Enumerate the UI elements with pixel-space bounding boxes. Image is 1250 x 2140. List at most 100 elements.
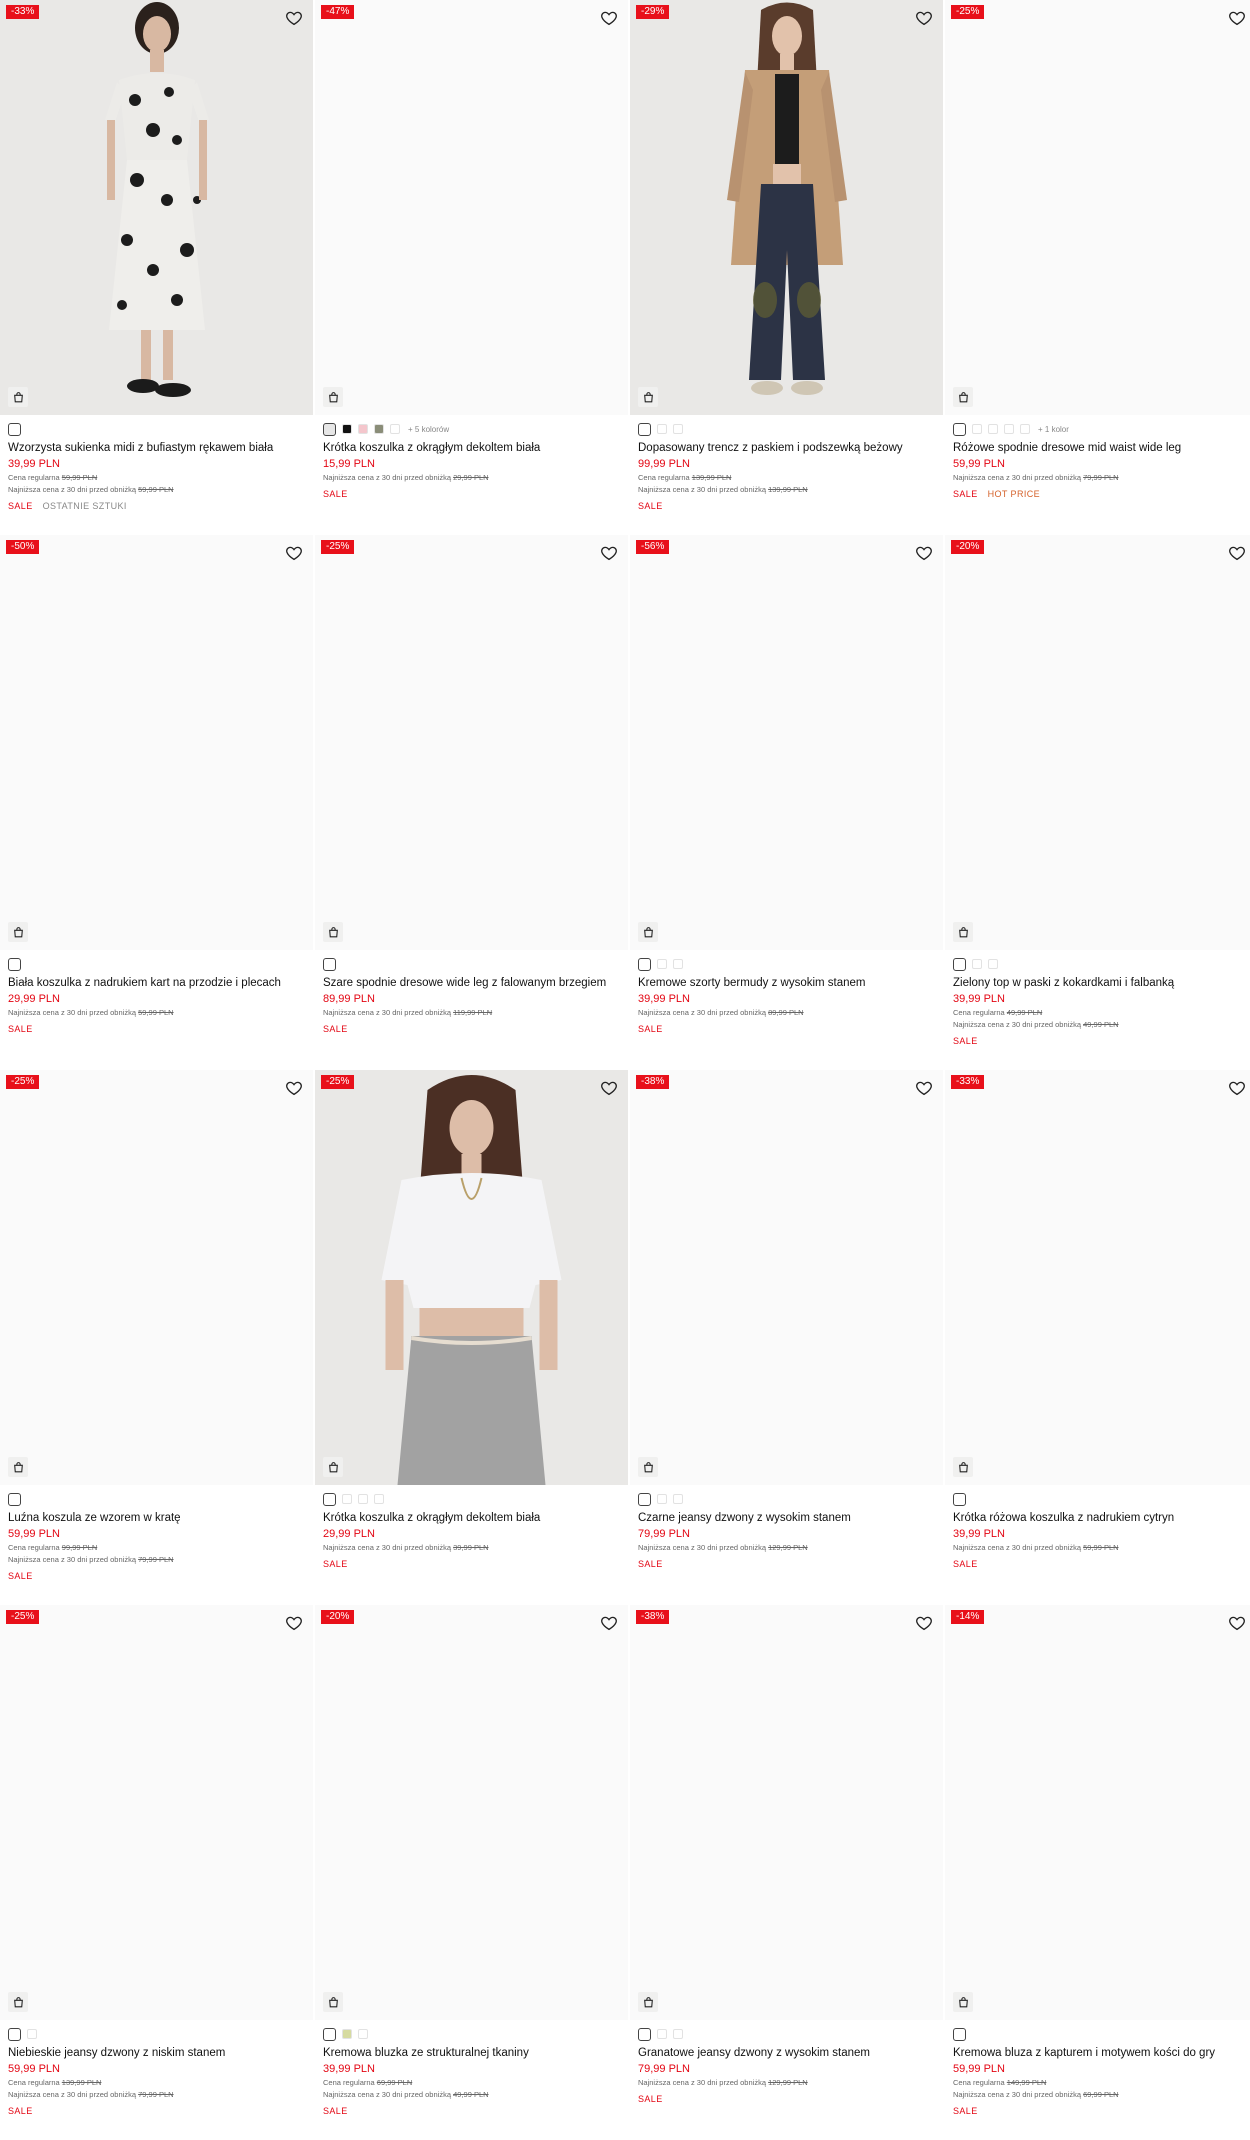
- shopping-bag-icon[interactable]: [953, 922, 973, 942]
- product-image[interactable]: -25%: [0, 1605, 313, 2020]
- product-name[interactable]: Wzorzysta sukienka midi z bufiastym ręka…: [8, 442, 305, 454]
- color-swatch[interactable]: [673, 959, 683, 969]
- color-swatch[interactable]: [8, 957, 21, 971]
- product-name[interactable]: Krótka koszulka z okrągłym dekoltem biał…: [323, 1512, 620, 1524]
- shopping-bag-icon[interactable]: [638, 1992, 658, 2012]
- heart-icon[interactable]: [915, 544, 933, 562]
- shopping-bag-icon[interactable]: [323, 1457, 343, 1477]
- color-swatch[interactable]: [673, 424, 683, 434]
- color-swatch[interactable]: [27, 2029, 37, 2039]
- heart-icon[interactable]: [600, 1614, 618, 1632]
- product-card[interactable]: -25% Krótka koszulka z okrągłym dekoltem …: [315, 1070, 628, 1605]
- product-card[interactable]: -14% Kremowa bluza z kapturem i motywem k…: [945, 1605, 1250, 2140]
- product-name[interactable]: Dopasowany trencz z paskiem i podszewką …: [638, 442, 935, 454]
- heart-icon[interactable]: [1228, 544, 1246, 562]
- product-name[interactable]: Kremowa bluza z kapturem i motywem kości…: [953, 2047, 1248, 2059]
- product-name[interactable]: Kremowa bluzka ze strukturalnej tkaniny: [323, 2047, 620, 2059]
- product-image[interactable]: -33%: [0, 0, 313, 415]
- product-card[interactable]: -29% Dopasowany trencz z paskiem i podsze…: [630, 0, 943, 535]
- color-swatch[interactable]: [374, 424, 384, 434]
- product-image[interactable]: -50%: [0, 535, 313, 950]
- product-card[interactable]: -47% + 5 kolorów Krótka koszulka z okrągły…: [315, 0, 628, 535]
- product-name[interactable]: Zielony top w paski z kokardkami i falba…: [953, 977, 1248, 989]
- product-card[interactable]: -25% Niebieskie jeansy dzwony z niskim st…: [0, 1605, 313, 2140]
- product-name[interactable]: Szare spodnie dresowe wide leg z falowan…: [323, 977, 620, 989]
- product-card[interactable]: -56% Kremowe szorty bermudy z wysokim sta…: [630, 535, 943, 1070]
- color-swatch[interactable]: [390, 424, 400, 434]
- shopping-bag-icon[interactable]: [323, 922, 343, 942]
- shopping-bag-icon[interactable]: [323, 387, 343, 407]
- heart-icon[interactable]: [1228, 1614, 1246, 1632]
- heart-icon[interactable]: [915, 1079, 933, 1097]
- shopping-bag-icon[interactable]: [8, 922, 28, 942]
- color-swatch[interactable]: [323, 957, 336, 971]
- product-name[interactable]: Biała koszulka z nadrukiem kart na przod…: [8, 977, 305, 989]
- product-image[interactable]: -20%: [315, 1605, 628, 2020]
- color-swatch[interactable]: [638, 2027, 651, 2041]
- shopping-bag-icon[interactable]: [638, 1457, 658, 1477]
- product-name[interactable]: Granatowe jeansy dzwony z wysokim stanem: [638, 2047, 935, 2059]
- product-image[interactable]: -20%: [945, 535, 1250, 950]
- more-colors-link[interactable]: + 5 kolorów: [408, 425, 449, 434]
- product-card[interactable]: -50% Biała koszulka z nadrukiem kart na p…: [0, 535, 313, 1070]
- color-swatch[interactable]: [988, 424, 998, 434]
- product-card[interactable]: -38% Czarne jeansy dzwony z wysokim stane…: [630, 1070, 943, 1605]
- color-swatch[interactable]: [323, 1492, 336, 1506]
- product-name[interactable]: Kremowe szorty bermudy z wysokim stanem: [638, 977, 935, 989]
- product-image[interactable]: -29%: [630, 0, 943, 415]
- color-swatch[interactable]: [8, 1492, 21, 1506]
- product-card[interactable]: -33% Krótka różowa koszulka z nadrukiem c…: [945, 1070, 1250, 1605]
- color-swatch[interactable]: [638, 422, 651, 436]
- color-swatch[interactable]: [323, 2027, 336, 2041]
- color-swatch[interactable]: [358, 1494, 368, 1504]
- color-swatch[interactable]: [988, 959, 998, 969]
- color-swatch[interactable]: [342, 1494, 352, 1504]
- color-swatch[interactable]: [657, 424, 667, 434]
- shopping-bag-icon[interactable]: [8, 387, 28, 407]
- shopping-bag-icon[interactable]: [953, 387, 973, 407]
- product-name[interactable]: Czarne jeansy dzwony z wysokim stanem: [638, 1512, 935, 1524]
- heart-icon[interactable]: [600, 1079, 618, 1097]
- color-swatch[interactable]: [1020, 424, 1030, 434]
- color-swatch[interactable]: [953, 957, 966, 971]
- shopping-bag-icon[interactable]: [638, 387, 658, 407]
- color-swatch[interactable]: [1004, 424, 1014, 434]
- color-swatch[interactable]: [8, 422, 21, 436]
- color-swatch[interactable]: [374, 1494, 384, 1504]
- color-swatch[interactable]: [657, 1494, 667, 1504]
- heart-icon[interactable]: [600, 544, 618, 562]
- product-card[interactable]: -33% Wzorzysta sukienka midi z bufiastym …: [0, 0, 313, 535]
- color-swatch[interactable]: [657, 2029, 667, 2039]
- color-swatch[interactable]: [953, 422, 966, 436]
- color-swatch[interactable]: [657, 959, 667, 969]
- heart-icon[interactable]: [285, 544, 303, 562]
- color-swatch[interactable]: [638, 957, 651, 971]
- shopping-bag-icon[interactable]: [953, 1992, 973, 2012]
- color-swatch[interactable]: [972, 959, 982, 969]
- color-swatch[interactable]: [673, 2029, 683, 2039]
- product-image[interactable]: -38%: [630, 1070, 943, 1485]
- color-swatch[interactable]: [358, 424, 368, 434]
- product-name[interactable]: Krótka różowa koszulka z nadrukiem cytry…: [953, 1512, 1248, 1524]
- product-card[interactable]: -25% Szare spodnie dresowe wide leg z fal…: [315, 535, 628, 1070]
- color-swatch[interactable]: [323, 422, 336, 436]
- color-swatch[interactable]: [673, 1494, 683, 1504]
- product-name[interactable]: Krótka koszulka z okrągłym dekoltem biał…: [323, 442, 620, 454]
- product-card[interactable]: -25% Luźna koszula ze wzorem w kratę 59,99…: [0, 1070, 313, 1605]
- product-image[interactable]: -47%: [315, 0, 628, 415]
- color-swatch[interactable]: [342, 424, 352, 434]
- product-image[interactable]: -33%: [945, 1070, 1250, 1485]
- product-image[interactable]: -56%: [630, 535, 943, 950]
- heart-icon[interactable]: [600, 9, 618, 27]
- product-image[interactable]: -14%: [945, 1605, 1250, 2020]
- product-image[interactable]: -25%: [0, 1070, 313, 1485]
- color-swatch[interactable]: [953, 2027, 966, 2041]
- shopping-bag-icon[interactable]: [323, 1992, 343, 2012]
- color-swatch[interactable]: [358, 2029, 368, 2039]
- color-swatch[interactable]: [953, 1492, 966, 1506]
- color-swatch[interactable]: [8, 2027, 21, 2041]
- color-swatch[interactable]: [342, 2029, 352, 2039]
- color-swatch[interactable]: [972, 424, 982, 434]
- shopping-bag-icon[interactable]: [953, 1457, 973, 1477]
- product-name[interactable]: Niebieskie jeansy dzwony z niskim stanem: [8, 2047, 305, 2059]
